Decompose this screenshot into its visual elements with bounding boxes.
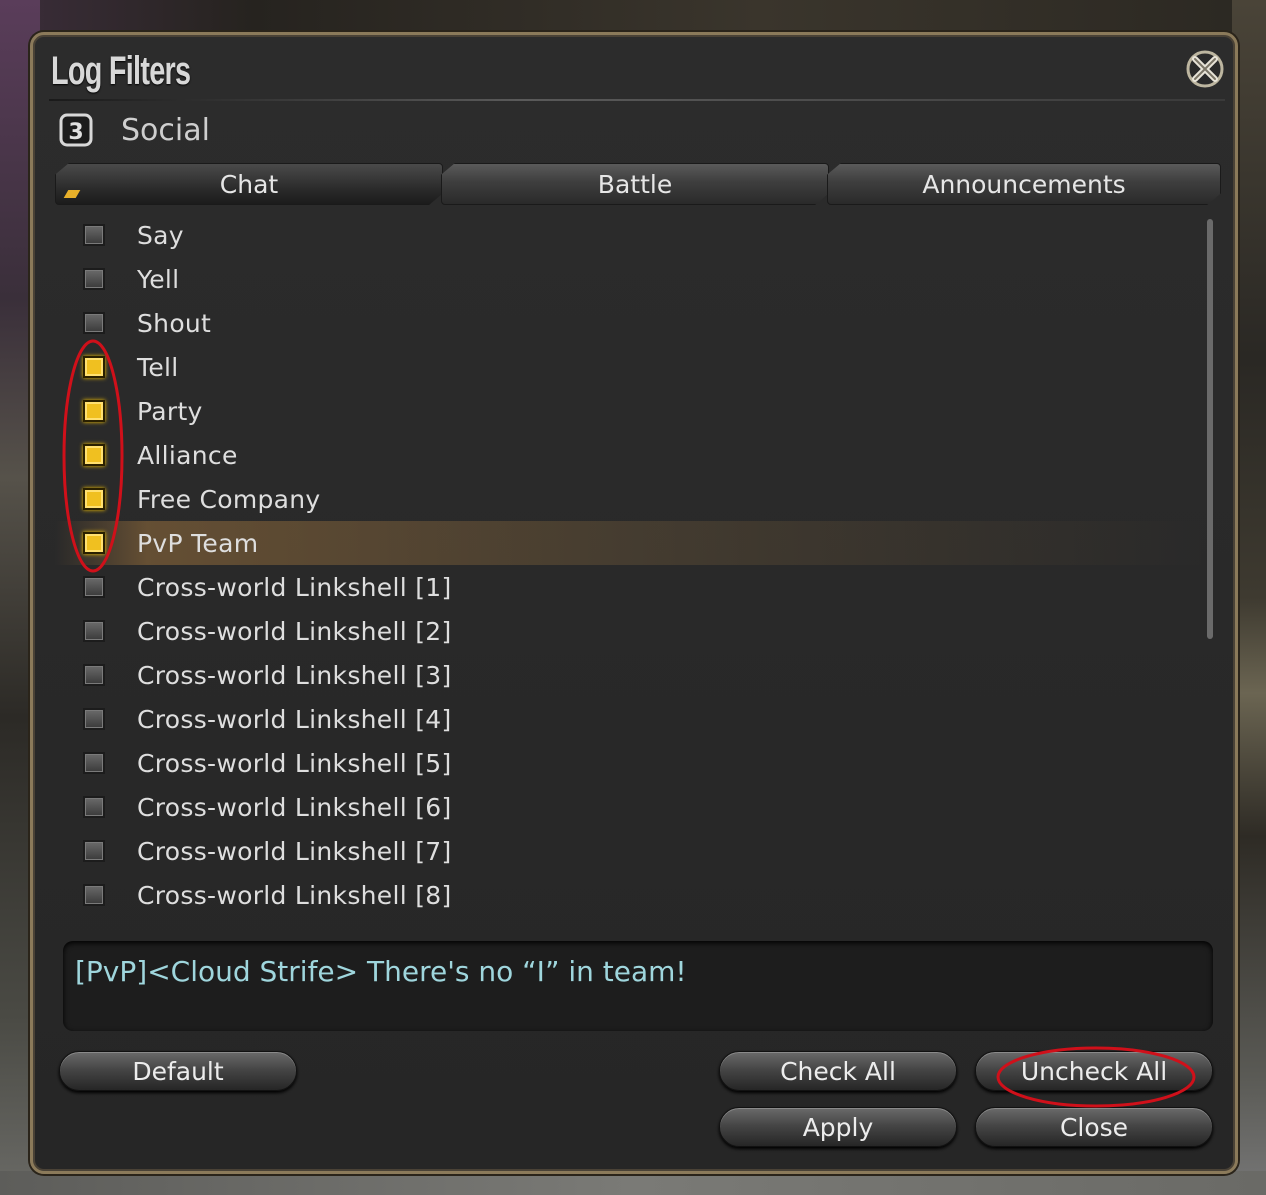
tab-chat[interactable]: Chat	[55, 163, 443, 205]
filter-checkbox[interactable]	[83, 752, 105, 774]
filter-checkbox[interactable]	[83, 796, 105, 818]
close-icon[interactable]	[1185, 49, 1225, 89]
chat-number-icon: 3	[59, 113, 93, 147]
filter-tabs: Chat Battle Announcements	[55, 163, 1221, 207]
filter-label: Cross-world Linkshell [8]	[137, 880, 452, 910]
tab-label: Battle	[597, 170, 673, 199]
filter-checkbox[interactable]	[83, 840, 105, 862]
active-tab-marker	[64, 190, 81, 198]
filter-checkbox[interactable]	[83, 664, 105, 686]
filter-label: Say	[137, 220, 184, 250]
message-preview: [PvP]<Cloud Strife> There's no “I” in te…	[63, 941, 1213, 1031]
svg-text:3: 3	[68, 120, 83, 145]
filter-list: Say Yell Shout Tell Party Alliance Free Compan…	[55, 213, 1205, 933]
filter-checkbox[interactable]	[83, 224, 105, 246]
tab-battle[interactable]: Battle	[441, 163, 829, 205]
filter-label: Free Company	[137, 484, 321, 514]
filter-checkbox[interactable]	[83, 312, 105, 334]
filter-checkbox[interactable]	[83, 576, 105, 598]
filter-row[interactable]: Cross-world Linkshell [5]	[55, 741, 1205, 785]
filter-label: PvP Team	[137, 528, 259, 558]
window-title: Log Filters	[51, 49, 191, 93]
filter-row[interactable]: Cross-world Linkshell [3]	[55, 653, 1205, 697]
background-scenery-top	[0, 0, 1266, 36]
filter-label: Cross-world Linkshell [6]	[137, 792, 452, 822]
filter-row[interactable]: Cross-world Linkshell [7]	[55, 829, 1205, 873]
check-all-button[interactable]: Check All	[719, 1051, 957, 1091]
close-button[interactable]: Close	[975, 1107, 1213, 1147]
tab-announcements[interactable]: Announcements	[827, 163, 1221, 205]
tab-label: Announcements	[922, 170, 1126, 199]
background-scenery-bottom	[0, 1171, 1266, 1195]
default-button[interactable]: Default	[59, 1051, 297, 1091]
filter-checkbox[interactable]	[83, 444, 105, 466]
filter-row[interactable]: Cross-world Linkshell [6]	[55, 785, 1205, 829]
filter-label: Party	[137, 396, 203, 426]
filter-checkbox[interactable]	[83, 708, 105, 730]
uncheck-all-button[interactable]: Uncheck All	[975, 1051, 1213, 1091]
filter-row[interactable]: Cross-world Linkshell [8]	[55, 873, 1205, 917]
filter-label: Cross-world Linkshell [7]	[137, 836, 452, 866]
filter-checkbox[interactable]	[83, 620, 105, 642]
filter-label: Cross-world Linkshell [4]	[137, 704, 452, 734]
filter-checkbox[interactable]	[83, 268, 105, 290]
filter-label: Cross-world Linkshell [5]	[137, 748, 452, 778]
filter-label: Tell	[137, 352, 179, 382]
title-divider	[49, 99, 1225, 101]
filter-row[interactable]: Party	[55, 389, 1205, 433]
filter-label: Cross-world Linkshell [3]	[137, 660, 452, 690]
filter-row[interactable]: Free Company	[55, 477, 1205, 521]
filter-label: Cross-world Linkshell [1]	[137, 572, 452, 602]
filter-label: Cross-world Linkshell [2]	[137, 616, 452, 646]
filter-row[interactable]: Alliance	[55, 433, 1205, 477]
filter-row[interactable]: Cross-world Linkshell [4]	[55, 697, 1205, 741]
filter-row[interactable]: PvP Team	[55, 521, 1205, 565]
filter-row[interactable]: Say	[55, 213, 1205, 257]
filter-label: Yell	[137, 264, 180, 294]
preview-text: [PvP]<Cloud Strife> There's no “I” in te…	[75, 955, 687, 988]
log-filters-window: Log Filters 3 Social Chat Battle Announc…	[30, 32, 1238, 1174]
filter-checkbox[interactable]	[83, 884, 105, 906]
list-scrollbar[interactable]	[1207, 219, 1213, 639]
tab-label: Chat	[219, 170, 279, 199]
filter-row[interactable]: Cross-world Linkshell [2]	[55, 609, 1205, 653]
chat-window-name: Social	[121, 113, 210, 148]
filter-checkbox[interactable]	[83, 400, 105, 422]
filter-checkbox[interactable]	[83, 356, 105, 378]
filter-label: Alliance	[137, 440, 238, 470]
filter-row[interactable]: Yell	[55, 257, 1205, 301]
filter-checkbox[interactable]	[83, 532, 105, 554]
filter-row[interactable]: Tell	[55, 345, 1205, 389]
apply-button[interactable]: Apply	[719, 1107, 957, 1147]
filter-row[interactable]: Cross-world Linkshell [1]	[55, 565, 1205, 609]
filter-label: Shout	[137, 308, 212, 338]
filter-row[interactable]: Shout	[55, 301, 1205, 345]
filter-checkbox[interactable]	[83, 488, 105, 510]
